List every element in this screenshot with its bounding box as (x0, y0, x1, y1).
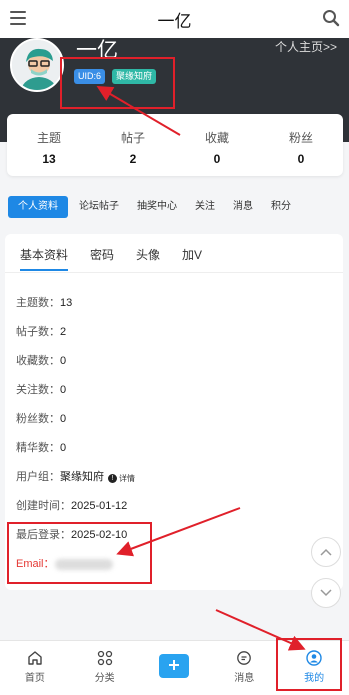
divider (5, 272, 343, 273)
sub-tabs: 基本资料 密码 头像 加V (20, 246, 224, 271)
user-icon (306, 650, 322, 666)
chevron-down-icon (320, 589, 332, 597)
info-label: 收藏数： (16, 355, 60, 367)
info-value: 0 (60, 413, 67, 425)
info-label: 粉丝数： (16, 413, 60, 425)
info-icon: ! (108, 474, 117, 483)
nav-label: 我的 (304, 673, 325, 684)
page-title: 一亿 (157, 11, 192, 31)
nav-mine[interactable]: 我的 (279, 641, 349, 695)
info-essence: 精华数：0 (16, 439, 66, 455)
search-icon[interactable] (322, 9, 340, 27)
nav-label: 消息 (234, 673, 255, 684)
info-label: Email： (16, 558, 55, 570)
nav-messages[interactable]: 消息 (209, 641, 279, 695)
scroll-down-button[interactable] (311, 578, 341, 608)
info-value: 2025-01-12 (71, 500, 128, 512)
info-posts: 帖子数：2 (16, 323, 66, 339)
tab-profile[interactable]: 个人资料 (8, 196, 68, 218)
tab-basic-info[interactable]: 基本资料 (20, 246, 69, 271)
stat-posts[interactable]: 帖子 2 (91, 114, 175, 176)
info-last-login: 最后登录：2025-02-10 (16, 526, 127, 542)
tab-points[interactable]: 积分 (264, 196, 298, 218)
detail-label: 详情 (119, 474, 135, 483)
top-bar: 一亿 (0, 0, 349, 38)
stat-value: 0 (297, 152, 305, 166)
nav-home[interactable]: 首页 (0, 641, 70, 695)
chevron-up-icon (320, 548, 332, 556)
info-label: 最后登录： (16, 529, 71, 541)
tab-messages[interactable]: 消息 (226, 196, 260, 218)
nav-post[interactable] (140, 641, 210, 695)
plus-icon (159, 654, 190, 678)
avatar[interactable] (10, 38, 64, 92)
uid-badge: UID:6 (74, 69, 106, 84)
info-group: 用户组：聚缘知府! 详情 (16, 468, 135, 484)
info-label: 创建时间： (16, 500, 71, 512)
stat-topics[interactable]: 主题 13 (7, 114, 91, 176)
info-value: 聚缘知府 (60, 471, 104, 483)
tab-lottery[interactable]: 抽奖中心 (130, 196, 184, 218)
tab-following[interactable]: 关注 (188, 196, 222, 218)
info-label: 主题数： (16, 297, 60, 309)
tab-add-v[interactable]: 加V (182, 246, 202, 271)
nav-category[interactable]: 分类 (70, 641, 140, 695)
stat-label: 收藏 (204, 131, 229, 145)
bottom-nav: 首页 分类 消息 我的 (0, 640, 349, 695)
stat-value: 2 (129, 152, 137, 166)
info-topics: 主题数：13 (16, 294, 72, 310)
info-email: Email： (16, 555, 113, 571)
info-value: 2 (60, 326, 67, 338)
email-blurred (54, 558, 113, 570)
info-created: 创建时间：2025-01-12 (16, 497, 127, 513)
tab-password[interactable]: 密码 (90, 246, 114, 271)
section-tabs: 个人资料 论坛帖子 抽奖中心 关注 消息 积分 (0, 196, 349, 218)
stat-value: 13 (42, 152, 56, 166)
stat-label: 主题 (36, 131, 61, 145)
username: 一亿 (76, 39, 118, 62)
tab-forum-posts[interactable]: 论坛帖子 (72, 196, 126, 218)
group-detail-link[interactable]: ! 详情 (108, 473, 135, 484)
group-badge: 聚缘知府 (112, 69, 157, 84)
stat-value: 0 (213, 152, 221, 166)
info-value: 13 (60, 297, 73, 309)
stat-label: 帖子 (120, 131, 145, 145)
info-value: 0 (60, 384, 67, 396)
stat-label: 粉丝 (288, 131, 313, 145)
menu-icon[interactable] (10, 11, 26, 25)
profile-panel: 基本资料 密码 头像 加V 主题数：13 帖子数：2 收藏数：0 关注数：0 粉… (5, 234, 343, 590)
info-value: 2025-02-10 (71, 529, 128, 541)
info-favorites: 收藏数：0 (16, 352, 66, 368)
home-icon (28, 651, 42, 665)
chat-icon (237, 651, 252, 665)
stats-card: 主题 13 帖子 2 收藏 0 粉丝 0 (7, 114, 343, 176)
info-label: 用户组： (16, 471, 60, 483)
grid-icon (97, 650, 112, 666)
info-value: 0 (60, 355, 67, 367)
info-label: 精华数： (16, 442, 60, 454)
nav-label: 首页 (24, 673, 45, 684)
stat-favorites[interactable]: 收藏 0 (175, 114, 259, 176)
info-label: 帖子数： (16, 326, 60, 338)
info-following: 关注数：0 (16, 381, 66, 397)
info-fans: 粉丝数：0 (16, 410, 66, 426)
home-page-link[interactable]: 个人主页>> (275, 38, 337, 55)
tab-avatar[interactable]: 头像 (136, 246, 160, 271)
stat-fans[interactable]: 粉丝 0 (259, 114, 343, 176)
info-label: 关注数： (16, 384, 60, 396)
info-value: 0 (60, 442, 67, 454)
scroll-up-button[interactable] (311, 537, 341, 567)
nav-label: 分类 (94, 673, 115, 684)
